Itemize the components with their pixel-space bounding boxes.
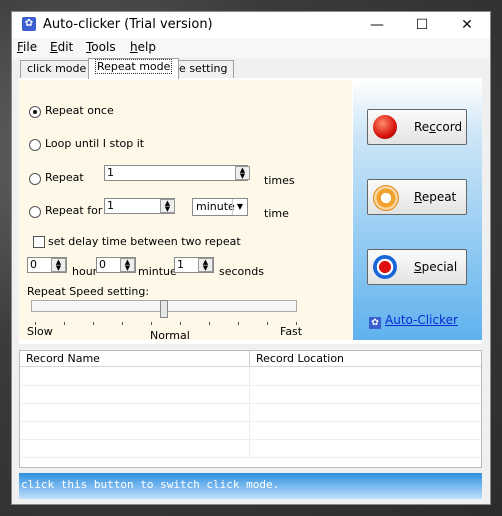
speed-normal-label: Normal xyxy=(150,329,190,342)
slider-tick xyxy=(209,322,210,325)
loop-radio[interactable] xyxy=(29,139,41,151)
repeat-once-radio[interactable] xyxy=(29,106,41,118)
repeat-for-unit-select[interactable]: minute ▼ xyxy=(192,198,248,216)
repeat-options-panel: Repeat once Loop until I stop it Repeat … xyxy=(19,80,352,342)
repeat-for-label: Repeat for xyxy=(45,204,103,217)
speed-slow-label: Slow xyxy=(27,325,53,338)
repeat-mode-panel: Repeat once Loop until I stop it Repeat … xyxy=(19,78,482,344)
repeat-count-spinner[interactable]: ▲ ▼ xyxy=(235,166,250,180)
menu-tools[interactable]: Tools xyxy=(86,40,116,54)
menu-help[interactable]: help xyxy=(130,40,156,54)
close-button[interactable]: ✕ xyxy=(445,12,489,38)
repeat-times-radio[interactable] xyxy=(29,173,41,185)
app-gear-icon: ✿ xyxy=(22,17,36,31)
hour-label: hour xyxy=(72,265,98,278)
repeat-once-label: Repeat once xyxy=(45,104,114,117)
column-header-record-location[interactable]: Record Location xyxy=(250,351,481,367)
speed-setting-label: Repeat Speed setting: xyxy=(27,285,150,298)
menu-edit[interactable]: Edit xyxy=(50,40,73,54)
table-row[interactable] xyxy=(20,386,481,404)
table-row[interactable] xyxy=(20,368,481,386)
seconds-label: seconds xyxy=(219,265,264,278)
slider-tick xyxy=(93,322,94,325)
minimize-button[interactable]: — xyxy=(355,12,399,38)
loop-label: Loop until I stop it xyxy=(45,137,145,150)
gear-icon: ✿ xyxy=(369,317,381,329)
actions-panel: Reccord Repeat Special ✿ Auto-Clicker xyxy=(353,80,482,340)
record-button[interactable]: Reccord xyxy=(367,109,467,145)
times-label: times xyxy=(264,174,295,187)
slider-tick xyxy=(180,322,181,325)
delay-hour-spinner[interactable]: ▲ ▼ xyxy=(51,258,66,272)
records-table[interactable]: Record Name Record Location xyxy=(19,350,482,468)
repeat-arrows-icon xyxy=(373,185,399,211)
table-row[interactable] xyxy=(20,404,481,422)
special-icon xyxy=(373,255,397,279)
speed-slider-thumb[interactable] xyxy=(160,300,168,318)
auto-clicker-link[interactable]: ✿ Auto-Clicker xyxy=(369,313,458,329)
menu-bar: File Edit Tools help xyxy=(12,38,490,58)
time-label: time xyxy=(264,207,289,220)
delay-seconds-spinner[interactable]: ▲ ▼ xyxy=(198,258,213,272)
special-button[interactable]: Special xyxy=(367,249,467,285)
repeat-button[interactable]: Repeat xyxy=(367,179,467,215)
table-row[interactable] xyxy=(20,440,481,458)
tab-strip: click mode Repeat mode ie setting xyxy=(12,58,490,79)
repeat-count-input[interactable]: 1 xyxy=(104,165,248,181)
slider-tick xyxy=(122,322,123,325)
app-window: ✿ Auto-clicker (Trial version) — ☐ ✕ Fil… xyxy=(11,11,491,505)
tab-click-mode[interactable]: click mode xyxy=(20,60,94,78)
delay-checkbox-label: set delay time between two repeat xyxy=(48,235,241,248)
menu-file[interactable]: File xyxy=(17,40,37,54)
speed-fast-label: Fast xyxy=(280,325,303,338)
table-row[interactable] xyxy=(20,422,481,440)
chevron-down-icon: ▼ xyxy=(232,199,247,215)
slider-tick xyxy=(64,322,65,325)
title-bar: ✿ Auto-clicker (Trial version) — ☐ ✕ xyxy=(12,12,490,38)
repeat-for-spinner[interactable]: ▲ ▼ xyxy=(160,199,175,213)
tab-repeat-mode[interactable]: Repeat mode xyxy=(88,58,180,79)
slider-tick xyxy=(267,322,268,325)
minute-label: mintue xyxy=(138,265,177,278)
repeat-for-radio[interactable] xyxy=(29,206,41,218)
window-title: Auto-clicker (Trial version) xyxy=(43,17,213,32)
delay-minute-spinner[interactable]: ▲ ▼ xyxy=(120,258,135,272)
record-icon xyxy=(373,115,397,139)
column-header-record-name[interactable]: Record Name xyxy=(20,351,250,367)
slider-tick xyxy=(151,322,152,325)
slider-tick xyxy=(238,322,239,325)
status-hint-text: click this button to switch click mode. xyxy=(21,478,280,491)
repeat-times-label: Repeat xyxy=(45,171,84,184)
mode-switch-strip[interactable]: click this button to switch click mode. xyxy=(19,473,482,499)
delay-checkbox[interactable] xyxy=(33,236,45,248)
maximize-button[interactable]: ☐ xyxy=(400,12,444,38)
